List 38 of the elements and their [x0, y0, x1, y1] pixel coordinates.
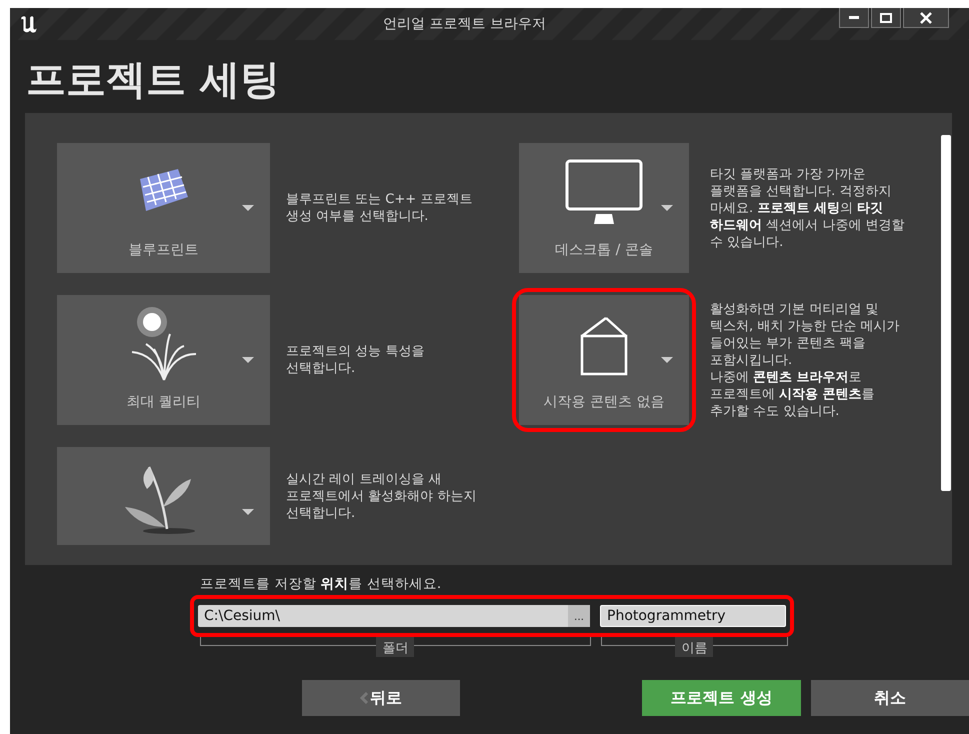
scrollbar-thumb[interactable]: [941, 135, 952, 491]
cancel-button[interactable]: 취소: [811, 680, 969, 716]
dropdown-caret-icon: [242, 509, 254, 516]
tile-label: 블루프린트: [128, 241, 198, 259]
name-field[interactable]: Photogrammetry: [600, 605, 786, 627]
monitor-icon: [564, 158, 644, 226]
dropdown-caret-icon: [661, 357, 673, 364]
option-description: 활성화하면 기본 머티리얼 및 텍스처, 배치 가능한 단순 메시가 들어있는 부가 콘텐츠 팩을 포함시킵니다. 나중에 콘텐츠 브라우저로 프로젝트에 시작용 콘텐츠를 추가할 수도 있습니다.: [710, 300, 901, 420]
browse-button[interactable]: ...: [568, 605, 590, 627]
maximize-icon: [879, 12, 893, 24]
location-prompt: 프로젝트를 저장할 위치를 선택하세요.: [200, 575, 442, 594]
option-description: 실시간 레이 트레이싱을 새 프로젝트에서 활성화해야 하는지 선택합니다.: [286, 470, 478, 522]
option-tile[interactable]: 블루프린트: [57, 143, 270, 273]
option-description: 프로젝트의 성능 특성을 선택합니다.: [286, 343, 426, 377]
close-icon: [919, 12, 933, 24]
folder-label: 폴더: [376, 637, 414, 657]
option-tile[interactable]: 최대 퀄리티: [57, 295, 270, 425]
option-tile[interactable]: 시작용 콘텐츠 없음: [519, 295, 689, 425]
option-description: 타깃 플랫폼과 가장 가까운 플랫폼을 선택합니다. 걱정하지 마세요. 프로젝트 세팅의 타깃 하드웨어 섹션에서 나중에 변경할 수 있습니다.: [710, 166, 906, 250]
dropdown-caret-icon: [242, 205, 254, 212]
window-title: 언리얼 프로젝트 브라우저: [382, 15, 547, 33]
minimize-icon: [849, 16, 859, 19]
tile-label: 데스크톱 / 콘솔: [555, 241, 653, 259]
dropdown-caret-icon: [661, 205, 673, 212]
maximize-button[interactable]: [871, 8, 901, 28]
option-tile[interactable]: [57, 447, 270, 545]
close-button[interactable]: [903, 8, 949, 28]
option-tile[interactable]: 데스크톱 / 콘솔: [519, 143, 689, 273]
page-heading: 프로젝트 세팅: [25, 56, 281, 105]
tile-label: 시작용 콘텐츠 없음: [544, 393, 664, 411]
dropdown-caret-icon: [242, 357, 254, 364]
name-label: 이름: [675, 637, 714, 657]
back-button[interactable]: 뒤로: [302, 680, 460, 716]
chevron-left-icon: [360, 692, 368, 704]
tile-label: 최대 퀄리티: [126, 393, 201, 411]
folder-field[interactable]: C:\Cesium\ ...: [198, 605, 590, 627]
minimize-button[interactable]: [839, 8, 869, 28]
option-description: 블루프린트 또는 C++ 프로젝트 생성 여부를 선택합니다.: [286, 191, 474, 225]
